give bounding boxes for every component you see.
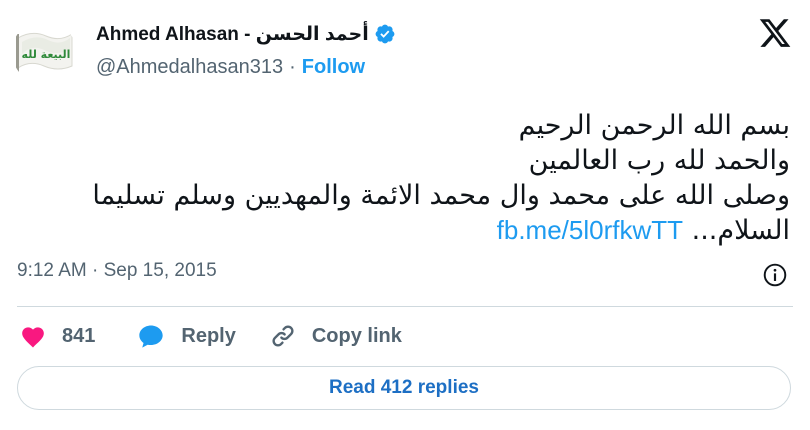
verified-badge-icon	[374, 23, 396, 45]
copy-link-label: Copy link	[311, 324, 402, 347]
like-button[interactable]: 841	[20, 324, 95, 348]
embedded-tweet: البيعة لله Ahmed Alhasan - أحمد الحسن @A…	[0, 0, 810, 430]
action-bar: 841 Reply Copy link	[20, 320, 402, 352]
avatar[interactable]: البيعة لله	[12, 20, 76, 84]
tweet-text: بسم الله الرحمن الرحيم والحمد لله رب الع…	[20, 108, 790, 248]
reply-label: Reply	[181, 324, 236, 347]
avatar-flag-text: البيعة لله	[22, 48, 71, 61]
author-handle-row: @Ahmedalhasan313 · Follow	[96, 53, 365, 81]
tweet-last-line: السلام... fb.me/5l0rfkwTT	[20, 213, 790, 248]
tweet-line: بسم الله الرحمن الرحيم	[518, 110, 790, 141]
reply-bubble-icon	[139, 325, 164, 348]
author-handle[interactable]: @Ahmedalhasan313	[96, 56, 283, 79]
link-icon	[272, 325, 294, 347]
divider	[17, 306, 793, 307]
copy-link-button[interactable]: Copy link	[270, 323, 402, 349]
reply-button[interactable]: Reply	[137, 323, 236, 349]
tweet-line: وصلى الله على محمد وال محمد الائمة والمه…	[92, 180, 790, 211]
heart-icon	[22, 327, 44, 348]
tweet-last-line-text: السلام...	[691, 215, 790, 246]
author-display-name[interactable]: Ahmed Alhasan - أحمد الحسن	[96, 23, 369, 46]
info-icon[interactable]	[762, 262, 788, 288]
author-name-row: Ahmed Alhasan - أحمد الحسن	[96, 20, 396, 48]
x-logo-icon[interactable]	[758, 16, 792, 50]
like-count: 841	[62, 324, 96, 347]
separator-dot: ·	[289, 55, 296, 78]
tweet-line: والحمد لله رب العالمين	[528, 145, 790, 176]
tweet-link[interactable]: fb.me/5l0rfkwTT	[497, 215, 683, 245]
follow-button[interactable]: Follow	[302, 56, 365, 79]
timestamp[interactable]: 9:12 AM · Sep 15, 2015	[17, 260, 217, 282]
read-replies-button[interactable]: Read 412 replies	[17, 366, 791, 410]
